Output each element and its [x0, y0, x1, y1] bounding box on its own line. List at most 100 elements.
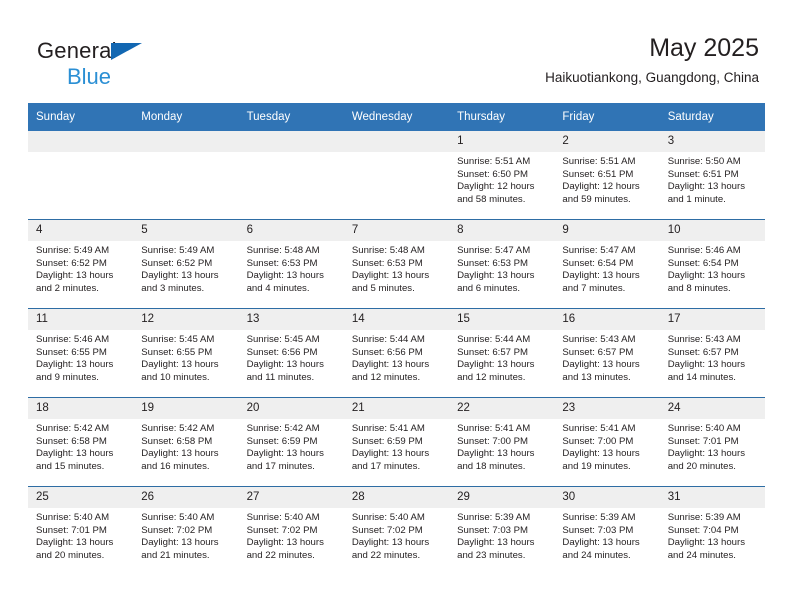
daylight-duration: Daylight: 13 hours and 3 minutes.	[141, 270, 219, 294]
calendar-day-cell[interactable]: 27 Sunrise: 5:40 AM Sunset: 7:02 PM Dayligh…	[238, 486, 344, 575]
day-number: 19	[133, 398, 239, 419]
calendar-day-cell[interactable]: 15 Sunrise: 5:44 AM Sunset: 6:57 PM Dayligh…	[449, 308, 555, 398]
calendar-day-cell[interactable]: 3 Sunrise: 5:50 AM Sunset: 6:51 PM Daylight…	[659, 131, 765, 220]
sunset-time: Sunset: 6:50 PM	[457, 168, 529, 180]
day-details: Sunrise: 5:39 AM Sunset: 7:03 PM Daylight:…	[554, 508, 659, 562]
day-number: 12	[133, 309, 239, 330]
calendar-day-cell[interactable]: 13 Sunrise: 5:45 AM Sunset: 6:56 PM Dayligh…	[238, 308, 344, 398]
day-number: 11	[28, 309, 134, 330]
daylight-duration: Daylight: 13 hours and 2 minutes.	[36, 270, 114, 294]
page-title: May 2025	[649, 34, 759, 62]
calendar-week-row: 1 Sunrise: 5:51 AM Sunset: 6:50 PM Daylight…	[28, 131, 765, 220]
day-number: 29	[449, 487, 555, 508]
calendar-day-cell[interactable]: 17 Sunrise: 5:43 AM Sunset: 6:57 PM Dayligh…	[659, 308, 765, 398]
sunrise-sunset-calendar-table: Sunday Monday Tuesday Wednesday Thursday…	[28, 103, 765, 575]
sunset-time: Sunset: 7:02 PM	[141, 524, 213, 536]
logo-flag-icon	[111, 43, 142, 60]
sunrise-time: Sunrise: 5:51 AM	[457, 156, 531, 167]
calendar-day-cell[interactable]: 28 Sunrise: 5:40 AM Sunset: 7:02 PM Dayligh…	[343, 486, 450, 575]
calendar-day-cell[interactable]: 25 Sunrise: 5:40 AM Sunset: 7:01 PM Dayligh…	[28, 486, 134, 575]
day-number: 16	[554, 309, 660, 330]
sunrise-time: Sunrise: 5:42 AM	[36, 423, 110, 434]
day-details: Sunrise: 5:50 AM Sunset: 6:51 PM Daylight:…	[660, 152, 765, 206]
calendar-week-row: 11 Sunrise: 5:46 AM Sunset: 6:55 PM Dayligh…	[28, 308, 765, 398]
logo-text-blue: Blue	[67, 64, 112, 89]
day-number: 15	[449, 309, 555, 330]
calendar-day-cell[interactable]: 24 Sunrise: 5:40 AM Sunset: 7:01 PM Dayligh…	[659, 397, 765, 487]
calendar-day-cell[interactable]: 20 Sunrise: 5:42 AM Sunset: 6:59 PM Dayligh…	[238, 397, 344, 487]
sunrise-time: Sunrise: 5:42 AM	[141, 423, 215, 434]
sunset-time: Sunset: 6:51 PM	[562, 168, 634, 180]
daylight-duration: Daylight: 13 hours and 5 minutes.	[351, 270, 430, 294]
sunset-time: Sunset: 7:03 PM	[457, 524, 529, 536]
sunrise-time: Sunrise: 5:47 AM	[457, 245, 531, 256]
daylight-duration: Daylight: 13 hours and 17 minutes.	[351, 448, 430, 472]
daylight-duration: Daylight: 13 hours and 14 minutes.	[667, 359, 746, 383]
calendar-day-cell[interactable]: 14 Sunrise: 5:44 AM Sunset: 6:56 PM Dayligh…	[343, 308, 450, 398]
calendar-day-cell[interactable]: 12 Sunrise: 5:45 AM Sunset: 6:55 PM Dayligh…	[133, 308, 239, 398]
calendar-day-cell[interactable]: 29 Sunrise: 5:39 AM Sunset: 7:03 PM Dayligh…	[449, 486, 555, 575]
calendar-day-cell[interactable]: 1 Sunrise: 5:51 AM Sunset: 6:50 PM Daylight…	[449, 131, 555, 220]
calendar-week-row: 18 Sunrise: 5:42 AM Sunset: 6:58 PM Dayligh…	[28, 397, 765, 487]
day-number: 17	[659, 309, 765, 330]
calendar-day-cell[interactable]: 4 Sunrise: 5:49 AM Sunset: 6:52 PM Daylight…	[28, 219, 134, 309]
general-blue-logo[interactable]: General Blue	[37, 40, 267, 90]
sunset-time: Sunset: 7:03 PM	[562, 524, 634, 536]
calendar-day-cell[interactable]: 18 Sunrise: 5:42 AM Sunset: 6:58 PM Dayligh…	[28, 397, 134, 487]
daylight-duration: Daylight: 13 hours and 17 minutes.	[246, 448, 324, 472]
daylight-duration: Daylight: 13 hours and 12 minutes.	[457, 359, 535, 383]
daylight-duration: Daylight: 13 hours and 18 minutes.	[457, 448, 535, 472]
sunrise-time: Sunrise: 5:49 AM	[141, 245, 215, 256]
calendar-week-row: 25 Sunrise: 5:40 AM Sunset: 7:01 PM Dayligh…	[28, 486, 765, 575]
calendar-day-cell[interactable]: 5 Sunrise: 5:49 AM Sunset: 6:52 PM Daylight…	[133, 219, 239, 309]
day-details: Sunrise: 5:39 AM Sunset: 7:03 PM Daylight:…	[449, 508, 554, 562]
day-number: 6	[238, 220, 344, 241]
sunrise-time: Sunrise: 5:40 AM	[667, 423, 741, 434]
day-number: 9	[554, 220, 660, 241]
day-details: Sunrise: 5:41 AM Sunset: 7:00 PM Daylight:…	[554, 419, 659, 473]
daylight-duration: Daylight: 13 hours and 8 minutes.	[667, 270, 746, 294]
calendar-day-cell[interactable]: 30 Sunrise: 5:39 AM Sunset: 7:03 PM Dayligh…	[554, 486, 660, 575]
day-details: Sunrise: 5:47 AM Sunset: 6:53 PM Daylight:…	[449, 241, 554, 295]
sunset-time: Sunset: 6:58 PM	[36, 435, 107, 447]
daylight-duration: Daylight: 13 hours and 22 minutes.	[351, 537, 430, 561]
calendar-day-cell[interactable]: 9 Sunrise: 5:47 AM Sunset: 6:54 PM Daylight…	[554, 219, 660, 309]
calendar-day-cell[interactable]: 2 Sunrise: 5:51 AM Sunset: 6:51 PM Daylight…	[554, 131, 660, 220]
daylight-duration: Daylight: 13 hours and 16 minutes.	[141, 448, 219, 472]
day-number: 28	[343, 487, 450, 508]
day-details: Sunrise: 5:51 AM Sunset: 6:51 PM Daylight:…	[554, 152, 659, 206]
daylight-duration: Daylight: 13 hours and 9 minutes.	[36, 359, 114, 383]
day-details: Sunrise: 5:39 AM Sunset: 7:04 PM Daylight:…	[660, 508, 765, 562]
calendar-day-cell[interactable]: 31 Sunrise: 5:39 AM Sunset: 7:04 PM Dayligh…	[659, 486, 765, 575]
calendar-day-cell[interactable]: 26 Sunrise: 5:40 AM Sunset: 7:02 PM Dayligh…	[133, 486, 239, 575]
calendar-body: 1 Sunrise: 5:51 AM Sunset: 6:50 PM Daylight…	[28, 131, 765, 575]
sunset-time: Sunset: 6:53 PM	[246, 257, 318, 269]
calendar-day-cell[interactable]: 8 Sunrise: 5:47 AM Sunset: 6:53 PM Daylight…	[449, 219, 555, 309]
calendar-day-cell[interactable]: 21 Sunrise: 5:41 AM Sunset: 6:59 PM Dayligh…	[343, 397, 450, 487]
calendar-day-cell[interactable]: 10 Sunrise: 5:46 AM Sunset: 6:54 PM Dayligh…	[659, 219, 765, 309]
calendar-day-cell[interactable]: 6 Sunrise: 5:48 AM Sunset: 6:53 PM Daylight…	[238, 219, 344, 309]
sunset-time: Sunset: 6:57 PM	[562, 346, 634, 358]
day-number: 31	[659, 487, 765, 508]
day-number: 30	[554, 487, 660, 508]
weekday-header-saturday: Saturday	[659, 103, 765, 131]
calendar-day-cell[interactable]: 7 Sunrise: 5:48 AM Sunset: 6:53 PM Daylight…	[343, 219, 450, 309]
sunset-time: Sunset: 7:00 PM	[562, 435, 634, 447]
weekday-header-friday: Friday	[554, 103, 660, 131]
day-details: Sunrise: 5:44 AM Sunset: 6:56 PM Daylight:…	[344, 330, 449, 384]
calendar-day-cell[interactable]: 23 Sunrise: 5:41 AM Sunset: 7:00 PM Dayligh…	[554, 397, 660, 487]
calendar-day-cell[interactable]: 11 Sunrise: 5:46 AM Sunset: 6:55 PM Dayligh…	[28, 308, 134, 398]
day-number: 27	[238, 487, 344, 508]
calendar-day-cell-empty	[343, 131, 450, 220]
day-details: Sunrise: 5:40 AM Sunset: 7:02 PM Daylight:…	[344, 508, 449, 562]
page-header: General Blue May 2025 Haikuotiankong, Gu…	[0, 0, 792, 100]
sunset-time: Sunset: 6:53 PM	[457, 257, 529, 269]
day-number: 22	[449, 398, 555, 419]
calendar-day-cell[interactable]: 22 Sunrise: 5:41 AM Sunset: 7:00 PM Dayligh…	[449, 397, 555, 487]
day-number: 18	[28, 398, 134, 419]
day-details: Sunrise: 5:46 AM Sunset: 6:55 PM Daylight:…	[28, 330, 133, 384]
sunset-time: Sunset: 7:01 PM	[36, 524, 107, 536]
sunset-time: Sunset: 6:57 PM	[667, 346, 739, 358]
calendar-day-cell[interactable]: 16 Sunrise: 5:43 AM Sunset: 6:57 PM Dayligh…	[554, 308, 660, 398]
calendar-day-cell[interactable]: 19 Sunrise: 5:42 AM Sunset: 6:58 PM Dayligh…	[133, 397, 239, 487]
